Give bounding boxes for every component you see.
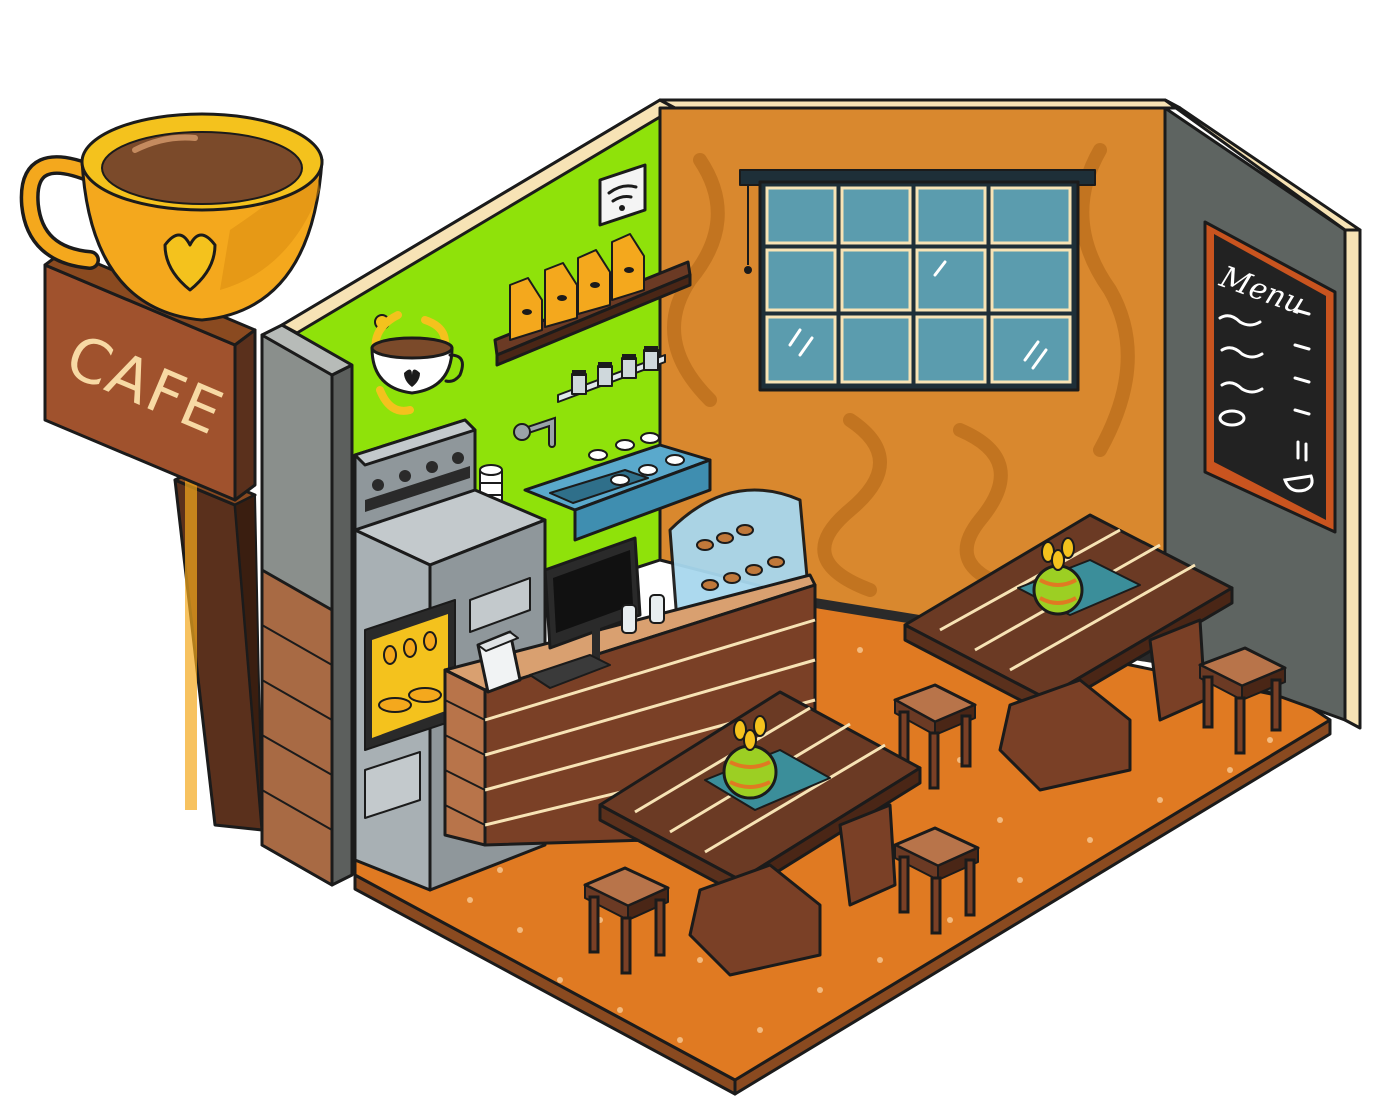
sign-pole bbox=[173, 468, 264, 832]
window bbox=[739, 169, 1096, 392]
cafe-isometric-scene: Menu CAFE bbox=[19, 98, 1362, 1096]
left-wall bbox=[260, 323, 354, 887]
